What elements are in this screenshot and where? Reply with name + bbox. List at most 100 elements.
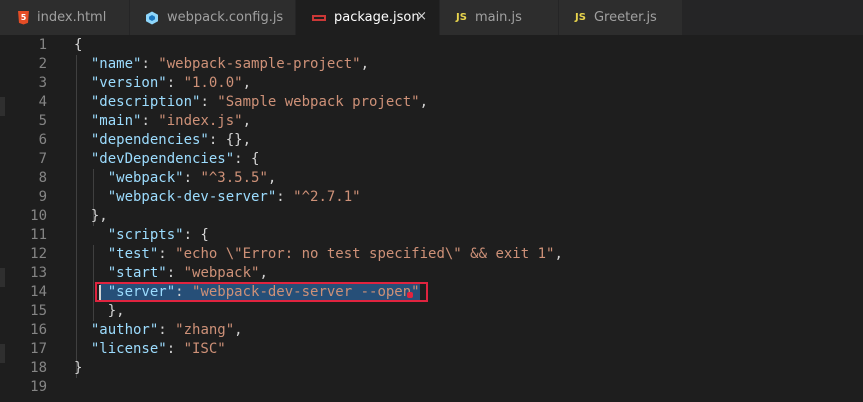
line-text: }, [74, 302, 125, 321]
code-line: 11 "scripts": { [0, 226, 863, 245]
npm-icon [312, 14, 326, 21]
code-line: 9 "webpack-dev-server": "^2.7.1" [0, 188, 863, 207]
json-punctuation: , [267, 170, 277, 186]
json-punctuation [74, 56, 91, 72]
json-string: "index.js" [158, 113, 243, 129]
json-punctuation: : [183, 170, 201, 186]
html5-icon: 5 [18, 10, 29, 25]
line-number: 7 [38, 151, 47, 167]
json-key: "scripts" [107, 227, 184, 243]
code-area[interactable]: 1{2 "name": "webpack-sample-project", 3 "… [0, 35, 863, 402]
tab-main-js[interactable]: JS main.js [440, 0, 559, 35]
json-punctuation: : [141, 56, 159, 72]
code-line: 1{ [0, 36, 863, 55]
json-punctuation: : {}, [208, 132, 252, 148]
json-string: "Sample webpack project" [217, 94, 420, 110]
json-punctuation [74, 132, 91, 148]
line-number: 9 [38, 189, 47, 205]
json-key: "license" [90, 341, 167, 357]
json-punctuation: { [74, 37, 83, 53]
json-string: "echo \"Error: no test specified\" && ex… [175, 246, 555, 262]
line-number: 3 [38, 75, 47, 91]
json-punctuation: : { [234, 151, 260, 167]
json-punctuation [74, 94, 91, 110]
line-number: 8 [38, 170, 47, 186]
json-punctuation [74, 189, 108, 205]
tab-label: package.json [334, 10, 420, 25]
line-text: "start": "webpack", [74, 264, 268, 283]
json-punctuation: : [276, 189, 294, 205]
code-editor: 5 index.html webpack.config.js package.j… [0, 0, 863, 402]
json-key: "version" [90, 75, 167, 91]
code-line: 17 "license": "ISC" [0, 340, 863, 359]
json-string: "^2.7.1" [293, 189, 361, 205]
line-text: "version": "1.0.0", [74, 74, 251, 93]
code-line: 19 [0, 378, 863, 397]
json-punctuation: : [166, 75, 184, 91]
json-punctuation: } [74, 360, 83, 376]
tab-label: main.js [474, 10, 522, 25]
tab-webpack-config[interactable]: webpack.config.js [130, 0, 296, 35]
close-icon[interactable]: × [416, 10, 427, 24]
json-key: "name" [90, 56, 142, 72]
tab-index-html[interactable]: 5 index.html [0, 0, 130, 35]
line-text: "webpack": "^3.5.5", [74, 169, 277, 188]
gutter-marker [0, 268, 5, 287]
line-text: "author": "zhang", [74, 321, 243, 340]
line-text: "name": "webpack-sample-project", [74, 55, 369, 74]
line-text: "test": "echo \"Error: no test specified… [74, 245, 563, 264]
code-line: 4 "description": "Sample webpack project… [0, 93, 863, 112]
json-punctuation: , [242, 75, 252, 91]
line-number: 4 [38, 94, 47, 110]
line-text: "scripts": { [74, 226, 209, 245]
json-key: "description" [90, 94, 201, 110]
line-number: 16 [30, 322, 47, 338]
code-line: 3 "version": "1.0.0", [0, 74, 863, 93]
gutter-marker [0, 344, 5, 363]
json-punctuation [74, 113, 91, 129]
json-punctuation: : [200, 94, 218, 110]
json-string: "ISC" [183, 341, 226, 357]
code-line: 6 "dependencies": {}, [0, 131, 863, 150]
line-number: 19 [30, 379, 47, 395]
line-text: }, [74, 207, 108, 226]
json-key: "dependencies" [90, 132, 209, 148]
json-punctuation: : [158, 322, 176, 338]
tab-package-json[interactable]: package.json × [296, 0, 440, 35]
json-key: "test" [107, 246, 159, 262]
json-key: "devDependencies" [90, 151, 235, 167]
line-text: "main": "index.js", [74, 112, 251, 131]
json-string: "zhang" [175, 322, 235, 338]
line-number: 10 [30, 208, 47, 224]
tab-label: index.html [37, 10, 107, 25]
line-number: 1 [38, 37, 47, 53]
json-punctuation: : [166, 341, 184, 357]
code-line: 15 }, [0, 302, 863, 321]
json-punctuation: , [419, 94, 429, 110]
json-punctuation: : [141, 113, 159, 129]
json-string: "^3.5.5" [200, 170, 268, 186]
tab-greeter-js[interactable]: JS Greeter.js [559, 0, 683, 35]
json-punctuation: : { [183, 227, 209, 243]
code-line: 10 }, [0, 207, 863, 226]
json-punctuation [74, 75, 91, 91]
code-line: 2 "name": "webpack-sample-project", [0, 55, 863, 74]
json-punctuation: , [259, 265, 268, 281]
json-key: "start" [107, 265, 167, 281]
json-punctuation: }, [74, 303, 125, 319]
code-line: 12 "test": "echo \"Error: no test specif… [0, 245, 863, 264]
mouse-cursor-marker [407, 292, 413, 298]
tab-label: Greeter.js [593, 10, 657, 25]
line-text: "license": "ISC" [74, 340, 226, 359]
webpack-icon [145, 11, 159, 25]
json-string: "1.0.0" [183, 75, 243, 91]
line-number: 2 [38, 56, 47, 72]
line-text: "devDependencies": { [74, 150, 260, 169]
json-punctuation: , [554, 246, 563, 262]
json-punctuation [74, 246, 108, 262]
line-number: 12 [30, 246, 47, 262]
json-punctuation: : [166, 265, 184, 281]
line-number: 18 [30, 360, 47, 376]
line-text: { [74, 36, 82, 55]
json-punctuation [74, 151, 91, 167]
